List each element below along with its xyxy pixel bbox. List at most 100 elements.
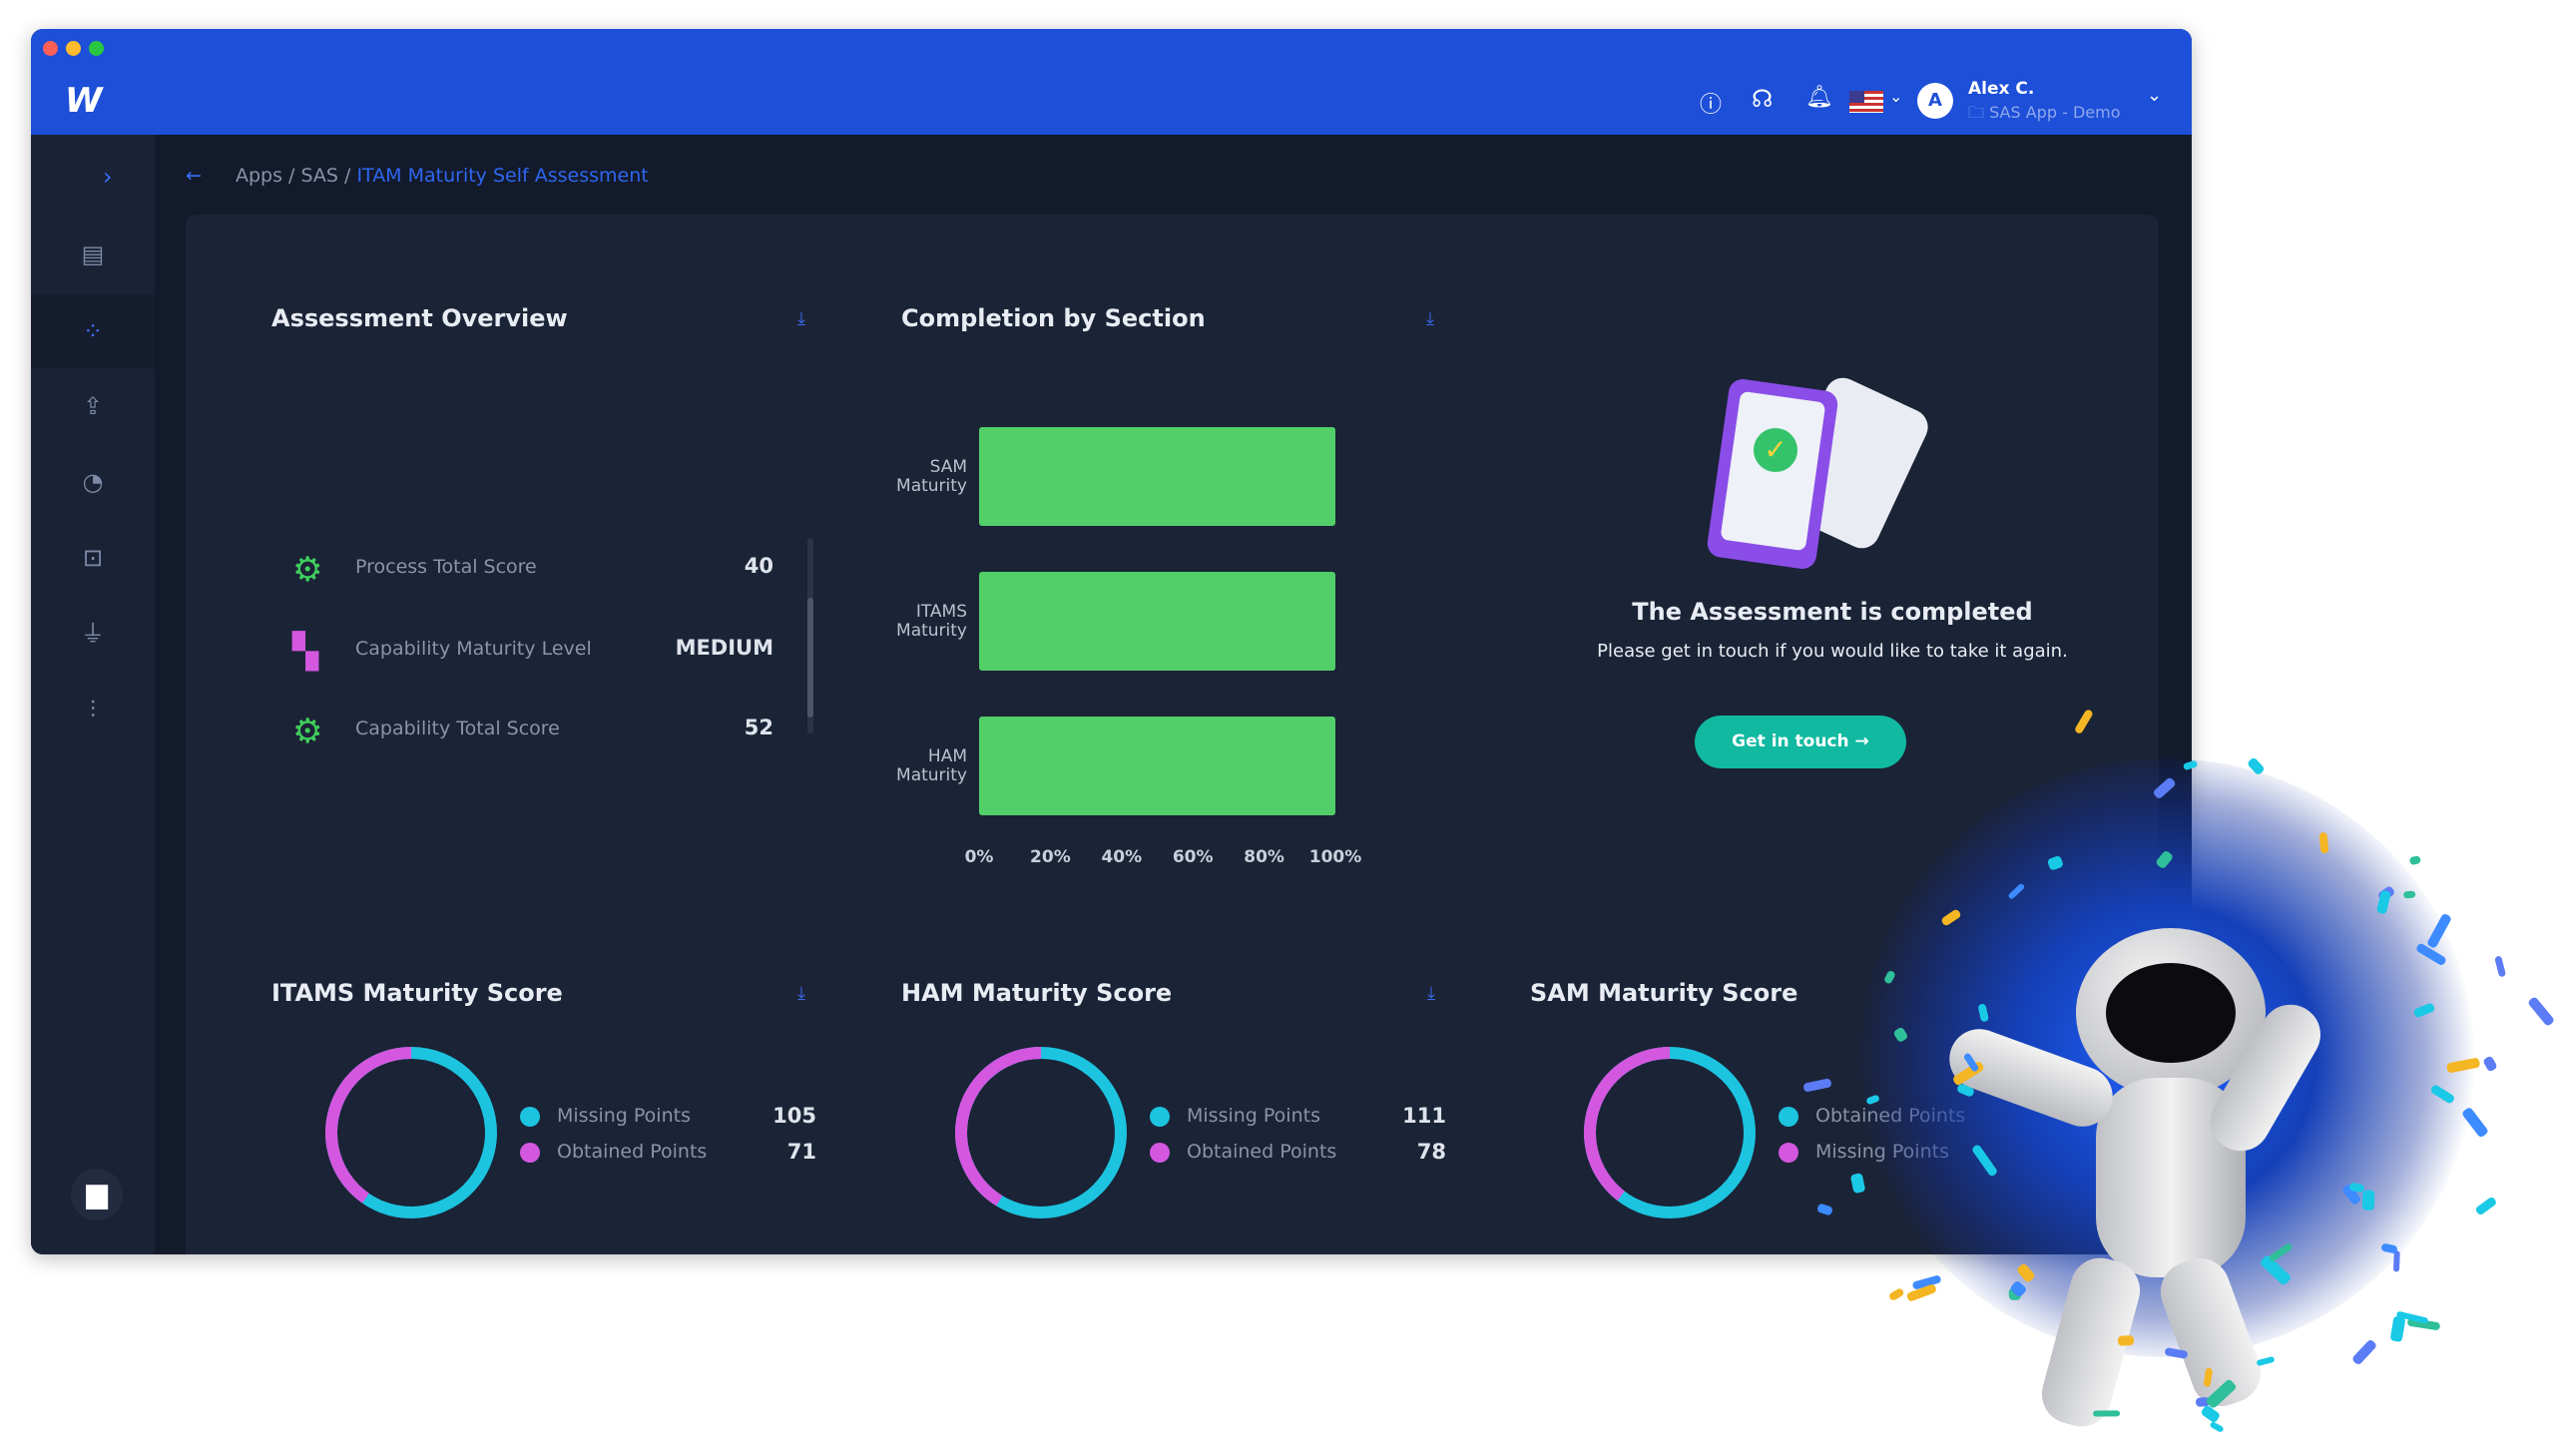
confetti-piece — [2380, 1242, 2398, 1254]
legend-value: 111 — [1402, 1104, 1446, 1128]
confetti-piece — [1911, 1273, 1942, 1289]
legend-value: 72 — [2045, 1140, 2075, 1164]
gear-icon: ⚙ — [292, 712, 323, 751]
confetti-piece — [2205, 1377, 2239, 1409]
upload-icon[interactable]: ⇪ — [75, 388, 111, 424]
download-icon[interactable]: ⤓ — [1427, 983, 1435, 1004]
donut-segment-missing[interactable] — [1580, 1043, 1760, 1222]
get-in-touch-button[interactable]: Get in touch → — [1695, 716, 1906, 768]
confetti-piece — [2118, 1334, 2135, 1346]
overview-row-value: 52 — [744, 716, 773, 739]
confetti-piece — [2008, 1279, 2028, 1298]
confetti-piece — [2482, 1055, 2498, 1073]
scrollbar[interactable] — [807, 538, 813, 733]
completed-illustration: ✓ — [1688, 348, 1947, 588]
bar-category-label: ITAMS Maturity — [896, 601, 967, 641]
legend-dot — [520, 1143, 540, 1163]
breadcrumb-apps[interactable]: Apps — [236, 165, 282, 187]
user-menu-chevron-icon[interactable]: ⌄ — [2147, 85, 2162, 106]
plug-icon[interactable]: ⏚ — [75, 616, 111, 652]
chevron-down-icon[interactable]: ⌄ — [1889, 87, 1902, 106]
confetti-piece — [2415, 941, 2448, 967]
close-window-button[interactable] — [43, 41, 58, 56]
confetti-piece — [2164, 1347, 2189, 1360]
maximize-window-button[interactable] — [89, 41, 104, 56]
legend-label: Missing Points — [1815, 1141, 1949, 1163]
score-title: HAM Maturity Score — [901, 979, 1173, 1007]
confetti-piece — [2209, 1420, 2226, 1434]
check-icon: ✓ — [1754, 428, 1797, 472]
confetti-piece — [2341, 1183, 2362, 1207]
chart-pie-icon[interactable]: ◔ — [75, 464, 111, 500]
minimize-window-button[interactable] — [66, 41, 81, 56]
confetti-piece — [2494, 955, 2506, 978]
workspace-label[interactable]: 🗀 SAS App - Demo — [1968, 102, 2120, 129]
breadcrumb: ← Apps / SAS / ITAM Maturity Self Assess… — [186, 165, 649, 187]
donut-chart — [321, 1043, 501, 1222]
logo-icon[interactable]: W — [65, 81, 103, 121]
confetti-piece — [2092, 1409, 2120, 1417]
confetti-piece — [2203, 1367, 2213, 1387]
confetti-piece — [2408, 854, 2421, 866]
donut-chart — [1580, 1043, 1760, 1222]
overview-title: Assessment Overview — [271, 304, 568, 332]
completed-text: Please get in touch if you would like to… — [1597, 641, 2068, 662]
dashboard-icon[interactable]: ▤ — [75, 237, 111, 272]
support-headset-icon[interactable]: ☊ — [1752, 85, 1773, 113]
donut-chart — [951, 1043, 1131, 1222]
confetti-piece — [2195, 1395, 2211, 1407]
download-icon[interactable]: ⤓ — [797, 308, 805, 329]
confetti-piece — [2389, 1315, 2406, 1343]
confetti-piece — [2406, 1317, 2441, 1330]
x-tick-label: 0% — [964, 847, 994, 867]
donut-segment-obtained[interactable] — [951, 1043, 1131, 1222]
donut-segment-obtained[interactable] — [321, 1043, 501, 1222]
x-tick-label: 100% — [1308, 847, 1362, 867]
back-arrow-icon[interactable]: ← — [186, 165, 202, 187]
layout-icon: ▚ — [292, 632, 319, 672]
confetti-piece — [2016, 1262, 2036, 1283]
confetti-piece — [1905, 1283, 1937, 1303]
avatar[interactable]: A — [1917, 83, 1953, 119]
confetti-piece — [2008, 1287, 2022, 1301]
confetti-piece — [2402, 890, 2416, 899]
bar-itams[interactable] — [979, 572, 1335, 671]
confetti-piece — [1888, 1287, 1906, 1302]
confetti-piece — [2526, 994, 2555, 1027]
us-flag-icon[interactable] — [1849, 91, 1883, 113]
folder-icon: 🗀 — [1968, 103, 1990, 122]
chevron-right-icon[interactable]: › — [103, 163, 113, 191]
legend-label: Missing Points — [557, 1105, 691, 1127]
confetti-piece — [2429, 1083, 2456, 1105]
legend-value: 105 — [772, 1104, 816, 1128]
inbox-icon[interactable]: ⊡ — [75, 540, 111, 576]
download-icon[interactable]: ⤓ — [797, 983, 805, 1004]
confetti-piece — [2426, 912, 2453, 949]
legend-label: Obtained Points — [557, 1141, 708, 1163]
overview-row-value: MEDIUM — [675, 636, 773, 660]
legend-dot — [1779, 1143, 1798, 1163]
bell-icon[interactable]: 🔔︎ — [1805, 85, 1833, 110]
apps-grid-icon[interactable]: ⁘ — [31, 294, 155, 368]
legend-dot — [1150, 1107, 1170, 1127]
confetti-piece — [2412, 1002, 2436, 1019]
confetti-piece — [2260, 1253, 2294, 1286]
user-name[interactable]: Alex C. — [1968, 79, 2034, 99]
chat-icon[interactable]: ▆ — [71, 1169, 123, 1220]
confetti-piece — [2268, 1242, 2295, 1263]
confetti-piece — [2348, 1182, 2365, 1193]
bar-category-label: HAM Maturity — [896, 745, 967, 785]
bar-category-label: SAM Maturity — [896, 456, 967, 496]
x-tick-label: 60% — [1172, 847, 1214, 867]
confetti-piece — [2376, 890, 2392, 915]
legend-dot — [1150, 1143, 1170, 1163]
sliders-icon[interactable]: ⫶ — [75, 692, 111, 728]
help-icon[interactable]: ⓘ — [1700, 87, 1722, 119]
breadcrumb-sas[interactable]: SAS — [300, 165, 337, 187]
legend-dot — [520, 1107, 540, 1127]
bar-sam[interactable] — [979, 427, 1335, 526]
completed-title: The Assessment is completed — [1632, 598, 2033, 626]
download-icon[interactable]: ⤓ — [1426, 308, 1434, 329]
bar-ham[interactable] — [979, 717, 1335, 815]
overview-row-label: Capability Total Score — [355, 718, 560, 739]
